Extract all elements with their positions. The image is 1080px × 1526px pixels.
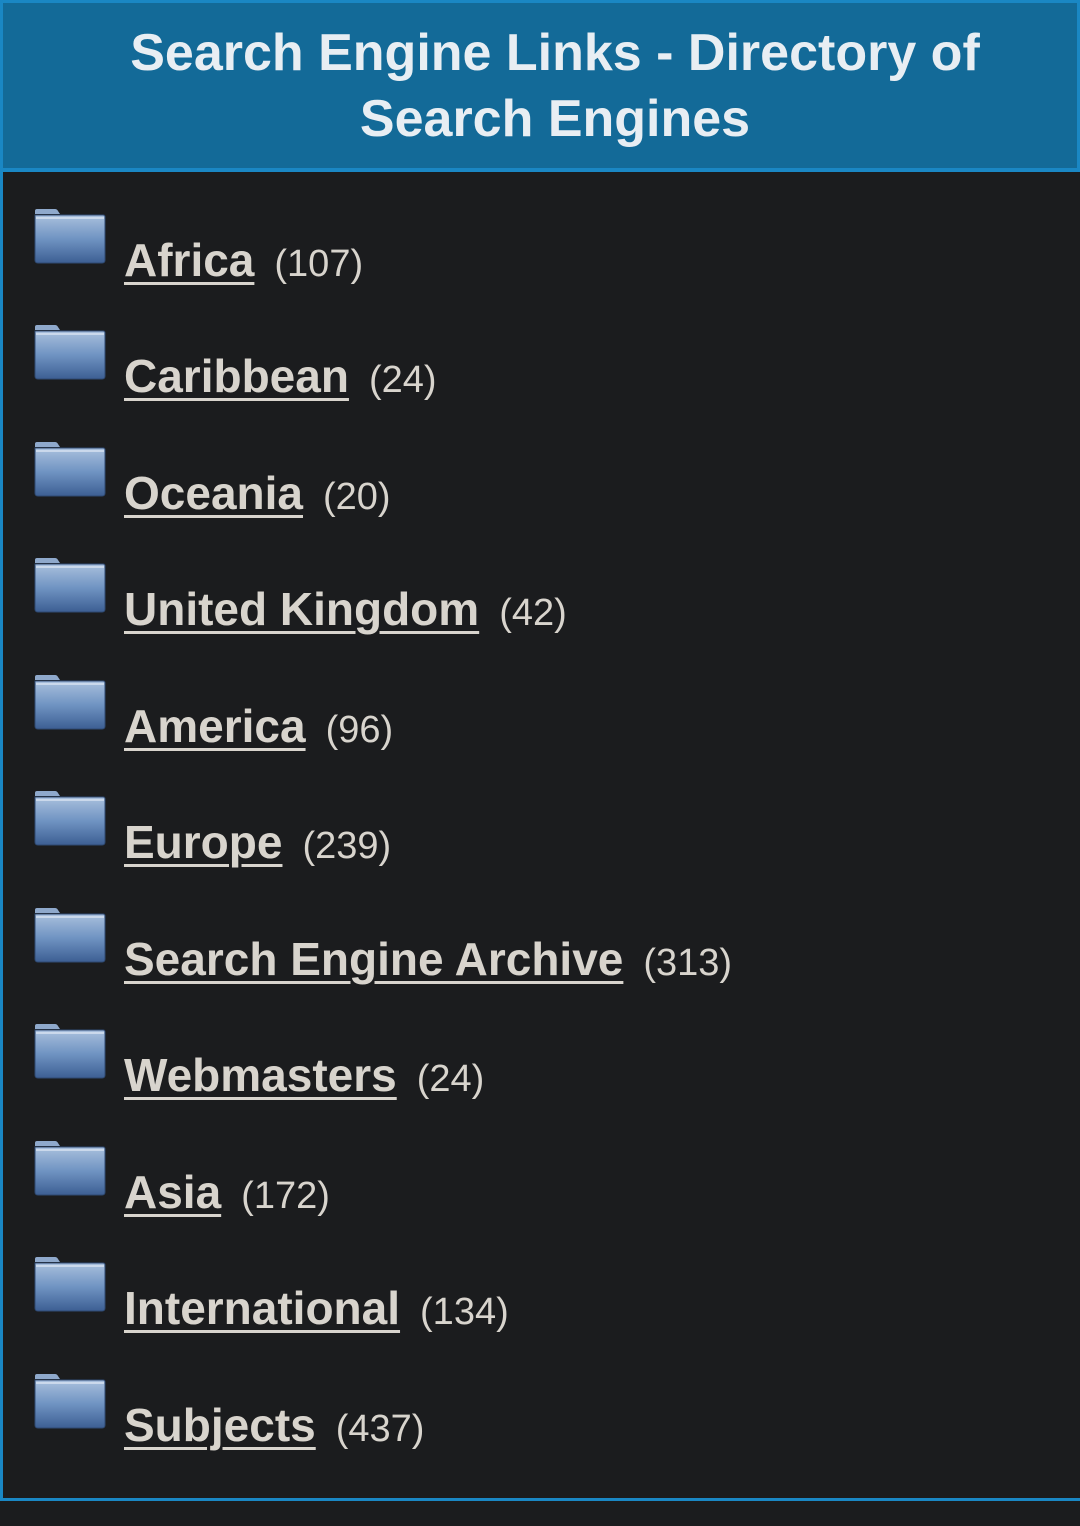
category-link[interactable]: Africa	[124, 234, 254, 286]
category-item-search-engine-archive: Search Engine Archive (313)	[3, 871, 1080, 987]
page-title: Search Engine Links - Directory of Searc…	[130, 23, 980, 148]
category-count: (24)	[368, 359, 437, 401]
folder-icon	[34, 908, 106, 963]
category-link[interactable]: United Kingdom	[124, 583, 479, 635]
category-item-europe: Europe (239)	[3, 754, 1080, 870]
folder-icon	[34, 558, 106, 613]
category-count: (134)	[420, 1291, 509, 1333]
folder-icon	[34, 1024, 106, 1079]
category-count: (172)	[241, 1175, 330, 1217]
folder-icon	[34, 209, 106, 264]
category-item-united-kingdom: United Kingdom (42)	[3, 521, 1080, 637]
category-link[interactable]: Subjects	[124, 1399, 316, 1451]
folder-icon	[34, 791, 106, 846]
category-count: (42)	[499, 592, 567, 634]
category-item-africa: Africa (107)	[3, 172, 1080, 288]
category-count: (239)	[302, 825, 392, 867]
page: Search Engine Links - Directory of Searc…	[0, 0, 1080, 1526]
category-item-international: International (134)	[3, 1220, 1080, 1336]
page-header: Search Engine Links - Directory of Searc…	[0, 0, 1080, 172]
category-item-america: America (96)	[3, 638, 1080, 754]
category-count: (313)	[643, 942, 733, 984]
category-item-subjects: Subjects (437)	[3, 1337, 1080, 1453]
category-count: (20)	[323, 476, 391, 518]
category-count: (96)	[325, 709, 394, 751]
category-link[interactable]: International	[124, 1282, 400, 1334]
folder-icon	[34, 675, 106, 730]
category-item-asia: Asia (172)	[3, 1104, 1080, 1220]
category-link[interactable]: Asia	[124, 1166, 221, 1218]
folder-icon	[34, 1141, 106, 1196]
category-link[interactable]: Oceania	[124, 467, 303, 519]
category-link[interactable]: Search Engine Archive	[124, 933, 623, 985]
category-item-oceania: Oceania (20)	[3, 405, 1080, 521]
category-count: (107)	[274, 243, 364, 285]
category-link[interactable]: Europe	[124, 816, 282, 868]
category-link[interactable]: America	[124, 700, 306, 752]
category-link[interactable]: Webmasters	[124, 1049, 397, 1101]
category-count: (24)	[416, 1058, 485, 1100]
category-link[interactable]: Caribbean	[124, 350, 349, 402]
category-item-caribbean: Caribbean (24)	[3, 288, 1080, 404]
folder-icon	[34, 1257, 106, 1312]
folder-icon	[34, 325, 106, 380]
category-item-webmasters: Webmasters (24)	[3, 987, 1080, 1103]
category-panel: Africa (107) Caribbean (24) Oceania (20) Un…	[0, 172, 1080, 1501]
folder-icon	[34, 1374, 106, 1429]
category-count: (437)	[335, 1408, 425, 1450]
folder-icon	[34, 442, 106, 497]
